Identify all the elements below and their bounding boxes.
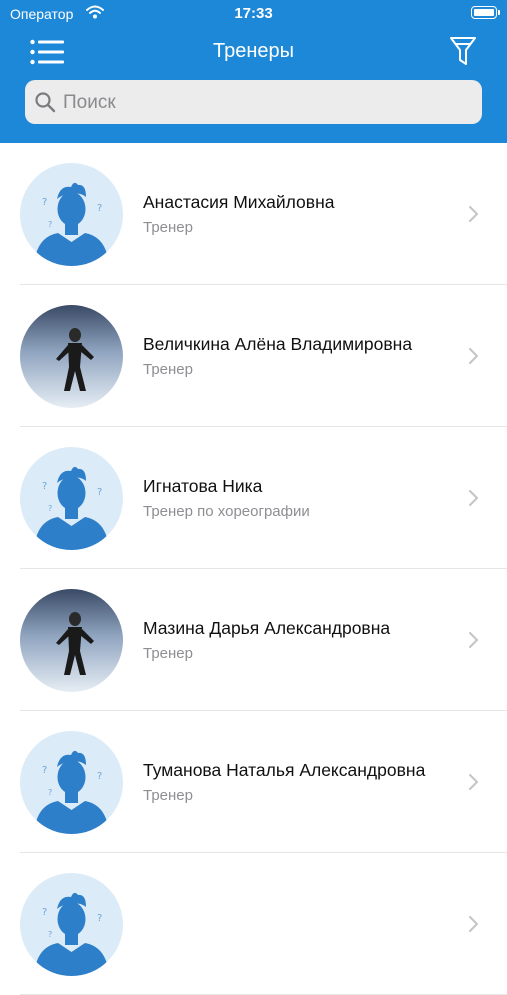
svg-text:?: ? [42, 481, 47, 492]
svg-text:?: ? [97, 487, 102, 498]
svg-text:?: ? [42, 197, 47, 208]
trainer-row[interactable]: Величкина Алёна Владимировна Тренер [0, 285, 507, 427]
search-input[interactable] [61, 80, 475, 126]
trainer-avatar [20, 305, 123, 408]
trainer-row[interactable]: ??? Туманова Наталья Александровна Трене… [0, 711, 507, 853]
avatar-placeholder-icon: ??? [20, 163, 123, 266]
chevron-right-icon [469, 916, 478, 932]
page-title: Тренеры [212, 40, 294, 62]
avatar-photo [20, 305, 123, 408]
trainer-role: Тренер [143, 361, 193, 378]
trainer-name: Величкина Алёна Владимировна [143, 334, 413, 354]
trainer-row[interactable]: ??? Игнатова Ника Тренер по хореографии [0, 427, 507, 569]
trainer-row[interactable]: ??? [0, 853, 507, 995]
trainer-name: Мазина Дарья Александровна [143, 618, 391, 638]
trainer-avatar: ??? [20, 447, 123, 550]
trainer-name: Туманова Наталья Александровна [143, 760, 426, 780]
trainer-avatar: ??? [20, 163, 123, 266]
chevron-right-icon [469, 490, 478, 506]
clock: 17:33 [234, 5, 273, 22]
status-bar: Оператор 17:33 [0, 0, 507, 30]
trainer-avatar: ??? [20, 873, 123, 976]
filter-icon [450, 37, 476, 65]
trainer-role: Тренер [143, 787, 193, 804]
svg-text:?: ? [48, 930, 52, 939]
trainer-role: Тренер по хореографии [143, 503, 310, 520]
svg-text:?: ? [42, 907, 47, 918]
svg-text:?: ? [48, 788, 52, 797]
trainer-avatar [20, 589, 123, 692]
chevron-right-icon [469, 632, 478, 648]
search-bar[interactable] [25, 80, 482, 126]
trainer-list: ??? Анастасия Михайловна Тренер Величкин… [0, 143, 507, 995]
avatar-photo [20, 589, 123, 692]
trainer-role: Тренер [143, 219, 193, 236]
svg-text:?: ? [97, 771, 102, 782]
battery-icon [471, 6, 500, 19]
svg-text:?: ? [97, 203, 102, 214]
search-icon [35, 92, 56, 113]
trainer-name: Игнатова Ника [143, 476, 263, 496]
chevron-right-icon [469, 348, 478, 364]
avatar-placeholder-icon: ??? [20, 873, 123, 976]
trainer-row[interactable]: ??? Анастасия Михайловна Тренер [0, 143, 507, 285]
svg-text:?: ? [42, 765, 47, 776]
chevron-right-icon [469, 774, 478, 790]
nav-header: Оператор 17:33 Тренеры [0, 0, 507, 143]
trainer-name: Анастасия Михайловна [143, 192, 335, 212]
filter-button[interactable] [449, 35, 477, 67]
svg-text:?: ? [97, 913, 102, 924]
trainer-row[interactable]: Мазина Дарья Александровна Тренер [0, 569, 507, 711]
trainer-avatar: ??? [20, 731, 123, 834]
avatar-placeholder-icon: ??? [20, 447, 123, 550]
svg-text:?: ? [48, 220, 52, 229]
chevron-right-icon [469, 206, 478, 222]
trainer-role: Тренер [143, 645, 193, 662]
avatar-placeholder-icon: ??? [20, 731, 123, 834]
svg-text:?: ? [48, 504, 52, 513]
